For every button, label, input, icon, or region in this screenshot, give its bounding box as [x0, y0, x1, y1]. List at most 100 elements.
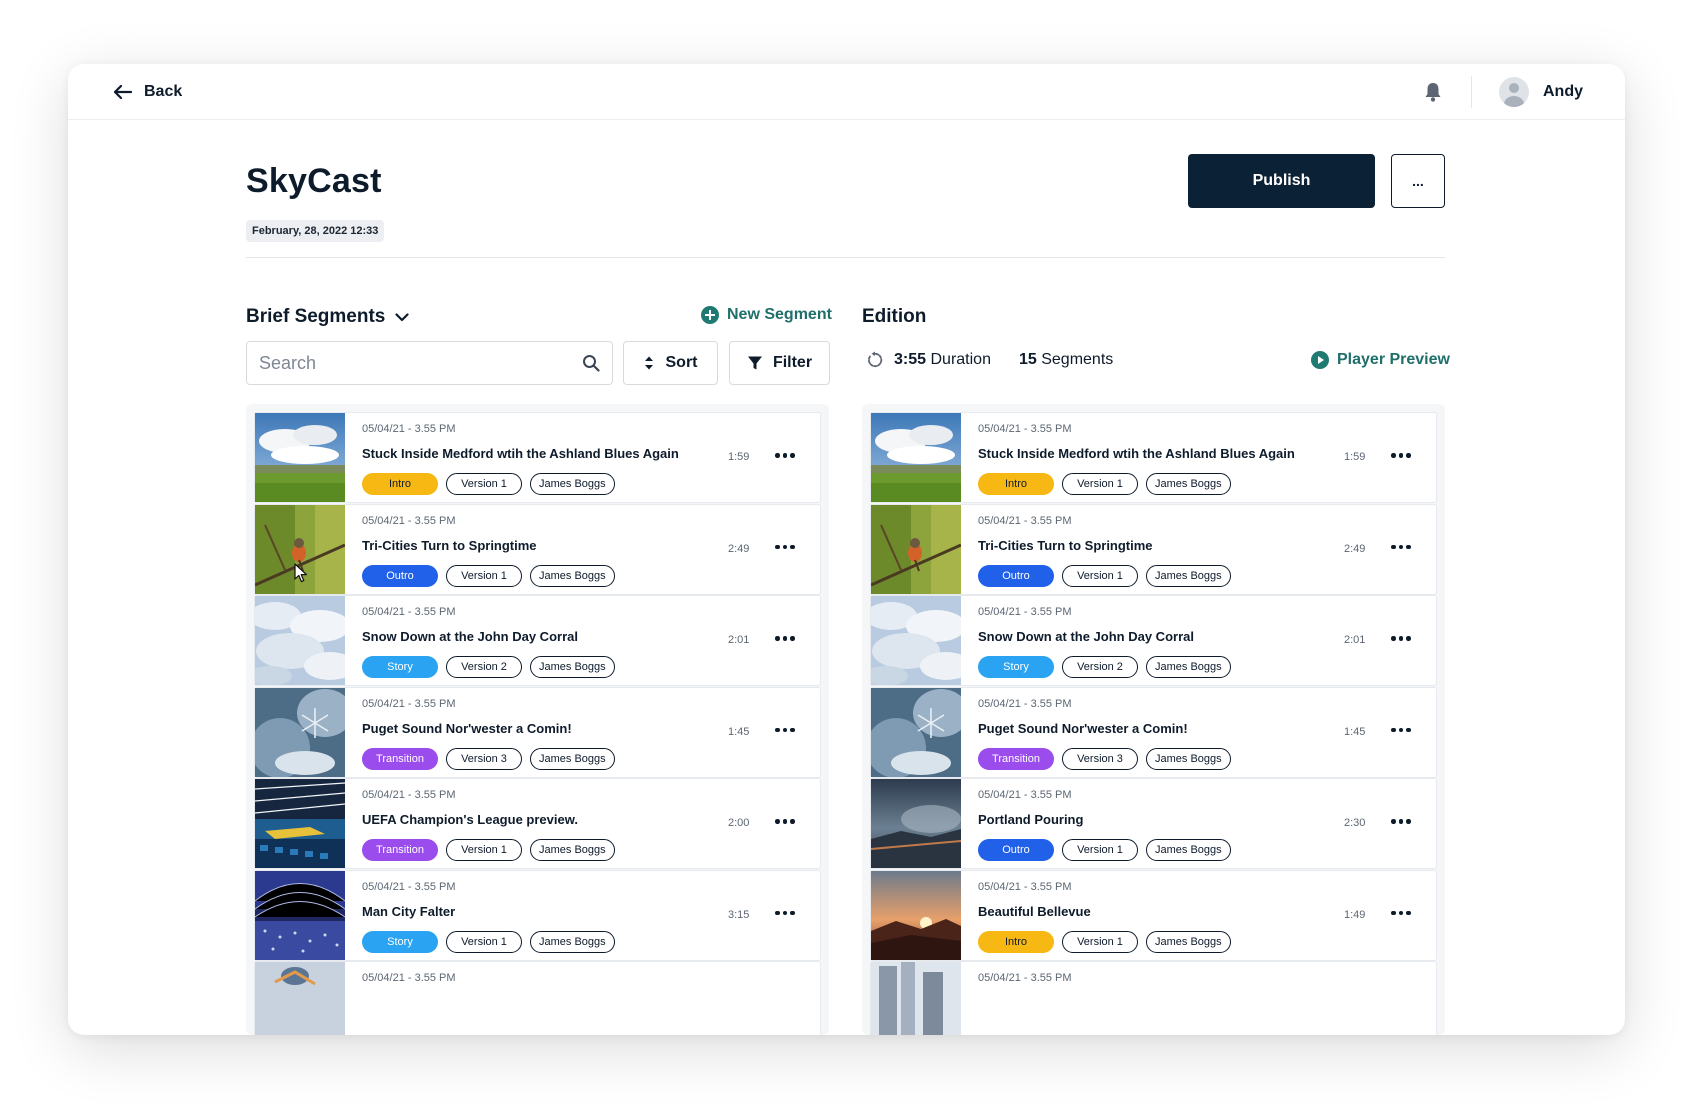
segments-label: Segments — [1041, 351, 1114, 368]
category-tag[interactable]: Transition — [362, 747, 438, 770]
more-options-icon[interactable] — [1389, 907, 1413, 920]
top-bar: Back Andy — [68, 64, 1625, 120]
brief-segments-dropdown[interactable]: Brief Segments — [246, 306, 409, 328]
version-tag[interactable]: Version 3 — [1062, 747, 1138, 770]
segment-card[interactable]: 05/04/21 - 3.55 PM Beautiful Bellevue Intr… — [870, 869, 1437, 961]
category-tag[interactable]: Outro — [978, 564, 1054, 587]
mouse-cursor-icon — [294, 563, 307, 583]
segment-tags: Transition Version 3 James Boggs — [978, 747, 1231, 770]
segment-thumbnail — [255, 687, 345, 777]
segment-card[interactable]: 05/04/21 - 3.55 PM Stuck Inside Medford w… — [870, 412, 1437, 503]
author-tag[interactable]: James Boggs — [1146, 747, 1231, 770]
author-tag[interactable]: James Boggs — [1146, 839, 1231, 861]
author-tag[interactable]: James Boggs — [530, 839, 615, 861]
more-options-icon[interactable] — [1389, 632, 1413, 645]
author-tag[interactable]: James Boggs — [1146, 930, 1231, 953]
version-tag[interactable]: Version 2 — [446, 656, 522, 678]
back-button[interactable]: Back — [114, 80, 182, 104]
edition-segments-list: 05/04/21 - 3.55 PM Stuck Inside Medford w… — [862, 404, 1445, 1035]
segment-card[interactable]: 05/04/21 - 3.55 PM Puget Sound Nor'wester… — [870, 686, 1437, 778]
category-tag[interactable]: Intro — [362, 473, 438, 495]
search-icon[interactable] — [582, 354, 600, 372]
back-label: Back — [144, 83, 183, 100]
segment-tags: Intro Version 1 James Boggs — [362, 473, 615, 495]
version-tag[interactable]: Version 2 — [1062, 656, 1138, 678]
version-tag[interactable]: Version 1 — [446, 473, 522, 495]
bell-icon[interactable] — [1423, 81, 1443, 103]
version-tag[interactable]: Version 1 — [1062, 473, 1138, 495]
segment-duration: 2:49 — [728, 542, 750, 555]
more-options-icon[interactable] — [1389, 541, 1413, 554]
segment-card[interactable]: 05/04/21 - 3.55 PM Man City Falter Story Ve… — [254, 869, 821, 961]
duration-refresh-icon — [868, 351, 883, 368]
segment-card[interactable]: 05/04/21 - 3.55 PM Stuck Inside Medford w… — [254, 412, 821, 503]
category-tag[interactable]: Outro — [978, 839, 1054, 861]
segment-tags: Outro Version 1 James Boggs — [978, 839, 1231, 861]
search-input[interactable] — [259, 352, 582, 374]
topbar-divider — [1471, 76, 1472, 108]
more-options-icon[interactable] — [1389, 815, 1413, 828]
version-tag[interactable]: Version 1 — [446, 839, 522, 861]
segment-title: Snow Down at the John Day Corral — [978, 629, 1194, 644]
publish-button[interactable]: Publish — [1188, 154, 1375, 208]
version-tag[interactable]: Version 3 — [446, 747, 522, 770]
author-tag[interactable]: James Boggs — [530, 930, 615, 953]
more-options-icon[interactable] — [773, 541, 797, 554]
author-tag[interactable]: James Boggs — [1146, 564, 1231, 587]
segment-thumbnail — [255, 596, 345, 685]
segment-card[interactable]: 05/04/21 - 3.55 PM Portland Pouring Outro V… — [870, 778, 1437, 869]
version-tag[interactable]: Version 1 — [446, 930, 522, 953]
version-tag[interactable]: Version 1 — [1062, 564, 1138, 587]
version-tag[interactable]: Version 1 — [446, 564, 522, 587]
author-tag[interactable]: James Boggs — [530, 656, 615, 678]
more-options-button[interactable]: ... — [1391, 154, 1445, 208]
category-tag[interactable]: Transition — [362, 839, 438, 861]
version-tag[interactable]: Version 1 — [1062, 839, 1138, 861]
author-tag[interactable]: James Boggs — [530, 473, 615, 495]
segments-count: 15 — [1018, 351, 1037, 368]
user-name: Andy — [1543, 83, 1583, 100]
segment-card[interactable]: 05/04/21 - 3.55 PM Tri-Cities Turn to Spr… — [254, 503, 821, 595]
segment-duration: 1:45 — [1344, 725, 1366, 738]
version-tag[interactable]: Version 1 — [1062, 930, 1138, 953]
sort-button[interactable]: Sort — [623, 341, 718, 385]
segment-date: 05/04/21 - 3.55 PM — [978, 880, 1072, 893]
segment-tags: Intro Version 1 James Boggs — [978, 473, 1231, 495]
segment-card[interactable]: 05/04/21 - 3.55 PM Snow Down at the John … — [870, 595, 1437, 686]
segment-card[interactable]: 05/04/21 - 3.55 PM Tri-Cities Turn to Spr… — [870, 503, 1437, 595]
category-tag[interactable]: Intro — [978, 930, 1054, 953]
category-tag[interactable]: Story — [362, 930, 438, 953]
more-options-icon[interactable] — [1389, 449, 1413, 462]
segment-date: 05/04/21 - 3.55 PM — [362, 972, 456, 984]
player-preview-button[interactable]: Player Preview — [1311, 351, 1450, 369]
more-options-icon[interactable] — [773, 907, 797, 920]
segment-thumbnail — [871, 413, 961, 502]
user-menu[interactable]: Andy — [1499, 76, 1583, 108]
more-options-icon[interactable] — [773, 449, 797, 462]
segment-date: 05/04/21 - 3.55 PM — [362, 423, 456, 435]
category-tag[interactable]: Story — [978, 656, 1054, 678]
segment-card[interactable]: 05/04/21 - 3.55 PM — [254, 961, 821, 1035]
segment-card[interactable]: 05/04/21 - 3.55 PM Puget Sound Nor'wester… — [254, 686, 821, 778]
segment-card[interactable]: 05/04/21 - 3.55 PM UEFA Champion's League… — [254, 778, 821, 869]
more-options-icon[interactable] — [1389, 724, 1413, 737]
segment-card[interactable]: 05/04/21 - 3.55 PM — [870, 961, 1437, 1035]
author-tag[interactable]: James Boggs — [1146, 656, 1231, 678]
sort-icon — [644, 356, 653, 370]
more-options-icon[interactable] — [773, 724, 797, 737]
category-tag[interactable]: Outro — [362, 564, 438, 587]
category-tag[interactable]: Story — [362, 656, 438, 678]
author-tag[interactable]: James Boggs — [1146, 473, 1231, 495]
category-tag[interactable]: Intro — [978, 473, 1054, 495]
filter-button[interactable]: Filter — [729, 341, 830, 385]
segment-card[interactable]: 05/04/21 - 3.55 PM Snow Down at the John … — [254, 595, 821, 686]
segment-duration: 1:45 — [728, 725, 750, 738]
author-tag[interactable]: James Boggs — [530, 564, 615, 587]
more-options-icon[interactable] — [773, 632, 797, 645]
author-tag[interactable]: James Boggs — [530, 747, 615, 770]
more-options-icon[interactable] — [773, 815, 797, 828]
category-tag[interactable]: Transition — [978, 747, 1054, 770]
new-segment-button[interactable]: New Segment — [701, 306, 832, 324]
segment-thumbnail — [255, 962, 345, 1035]
segment-title: Man City Falter — [362, 903, 456, 919]
